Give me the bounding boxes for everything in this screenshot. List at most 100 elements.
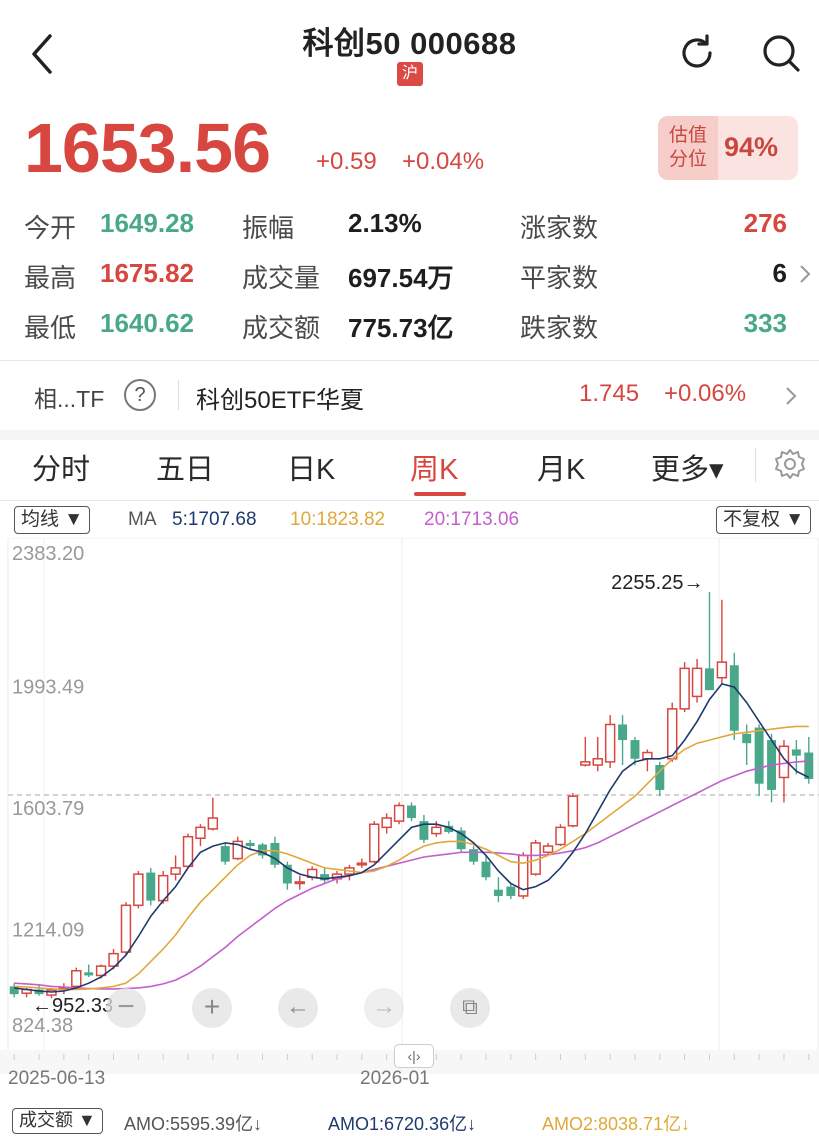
min-price-label: ←952.33 [32, 995, 113, 1017]
candle-body-up [195, 826, 206, 840]
candle-body-up [170, 867, 181, 875]
candle-body-up [207, 817, 219, 830]
candle-body-up [294, 881, 305, 885]
exchange-badge: 沪 [397, 62, 423, 86]
ma5-value: 5:1707.68 [172, 509, 257, 530]
ma10-value: 10:1823.82 [290, 509, 386, 530]
header-bar: 科创50 000688 沪 [0, 0, 819, 100]
valuation-value: 94% [724, 132, 779, 162]
candle-body-down [729, 665, 739, 731]
y-axis-label: 1993.49 [12, 677, 84, 699]
ma10-line [14, 725, 809, 991]
volume-header: 成交额 ▼ AMO:5595.39亿↓ AMO1:6720.36亿↓ AMO2:… [0, 1102, 819, 1134]
y-axis-label: 824.38 [12, 1015, 73, 1037]
candle-body-up [356, 862, 368, 866]
amo-value: AMO:5595.39亿↓ [124, 1114, 263, 1134]
candle-body-down [493, 889, 503, 896]
related-etf-prefix: 相...TF [34, 386, 105, 412]
tab-monthly-k[interactable]: 月K [537, 446, 585, 488]
candle-body-down [220, 846, 230, 862]
max-price-label: 2255.25→ [611, 572, 703, 594]
tab-five-day[interactable]: 五日 [156, 446, 214, 488]
stat-label: 最低 [24, 313, 77, 343]
etf-name: 科创50ETF华夏 [196, 387, 365, 414]
amo1-value: AMO1:6720.36亿↓ [328, 1114, 477, 1134]
ma-selector[interactable]: 均线 ▼ [14, 506, 91, 534]
y-axis-label: 1603.79 [12, 798, 84, 820]
help-icon[interactable]: ? [124, 379, 156, 411]
stats-grid: 今开 1649.28 振幅 2.13% 涨家数 276 最高 1675.82 成… [0, 200, 819, 350]
copy-icon[interactable]: ⧉ [450, 988, 490, 1028]
valuation-label-line2: 分位 [668, 149, 707, 170]
price-change: +0.59 [316, 148, 377, 175]
candle-body-down [704, 668, 714, 691]
candle-body-down [754, 727, 764, 784]
divider [0, 500, 819, 501]
candle-body-up [567, 795, 579, 827]
candle-body-up [716, 661, 728, 679]
candle-body-up [679, 667, 690, 710]
candle-body-down [84, 972, 94, 976]
stat-volume: 697.54万 [348, 263, 454, 293]
candle-body-down [506, 886, 516, 896]
y-axis-label: 1214.09 [12, 919, 84, 941]
stat-advancers: 276 [743, 208, 787, 238]
stat-decliners: 333 [743, 308, 787, 338]
stat-label: 平家数 [520, 263, 599, 293]
zoom-out-button[interactable]: − [106, 988, 146, 1028]
candle-body-down [469, 849, 479, 862]
candle-body-down [791, 749, 801, 756]
settings-gear-icon[interactable] [773, 447, 807, 481]
stat-label: 涨家数 [520, 213, 599, 243]
candle-body-up [592, 758, 603, 766]
current-price: 1653.56 [24, 109, 271, 187]
valuation-label: 估值 分位 [658, 116, 718, 180]
chevron-right-icon[interactable] [784, 384, 798, 408]
pan-right-button[interactable]: → [364, 988, 404, 1028]
candle-body-up [580, 761, 591, 766]
related-etf-row[interactable]: 相...TF ? 科创50ETF华夏 1.745 +0.06% [0, 362, 819, 428]
timeline-scroll-handle[interactable]: ‹|› [394, 1044, 434, 1068]
stat-label: 跌家数 [520, 313, 599, 343]
valuation-percentile[interactable]: 估值 分位 94% [658, 116, 798, 180]
chevron-right-icon[interactable] [798, 262, 812, 286]
candle-body-down [407, 805, 416, 819]
stat-label: 最高 [24, 263, 77, 293]
stat-low: 1640.62 [100, 308, 194, 338]
price-change-pct: +0.04% [402, 148, 485, 175]
candle-body-up [71, 970, 82, 988]
tab-more[interactable]: 更多▾ [651, 446, 724, 488]
stat-label: 成交额 [242, 313, 321, 343]
x-axis-label: 2025-06-13 [8, 1068, 105, 1089]
active-tab-indicator [414, 492, 466, 496]
ma20-value: 20:1713.06 [424, 509, 520, 530]
y-axis-label: 2383.20 [12, 543, 84, 565]
zoom-in-button[interactable]: + [192, 988, 232, 1028]
price-adjust-selector[interactable]: 不复权 ▼ [716, 506, 812, 534]
tab-intraday[interactable]: 分时 [32, 446, 90, 488]
candle-body-down [146, 872, 156, 901]
candle-body-down [245, 842, 255, 847]
candle-body-up [555, 826, 566, 846]
stat-label: 成交量 [242, 263, 321, 293]
candle-body-up [133, 873, 144, 907]
x-axis-label: 2026-01 [360, 1068, 430, 1089]
divider [178, 380, 179, 410]
tab-weekly-k[interactable]: 周K [410, 446, 458, 488]
pan-left-button[interactable]: ← [278, 988, 318, 1028]
candle-body-up [393, 804, 405, 822]
volume-selector[interactable]: 成交额 ▼ [12, 1108, 103, 1134]
refresh-icon[interactable] [676, 32, 718, 74]
candle-body-down [481, 861, 491, 878]
candle-body-up [369, 823, 380, 863]
search-icon[interactable] [760, 32, 802, 74]
divider [755, 448, 756, 482]
ma5-line [14, 682, 810, 993]
candle-body-up [642, 751, 653, 760]
tab-daily-k[interactable]: 日K [287, 446, 335, 488]
stat-label: 今开 [24, 213, 77, 243]
stat-unchanged: 6 [772, 258, 787, 288]
candle-body-up [381, 817, 392, 829]
candle-body-up [182, 835, 194, 868]
stat-label: 振幅 [242, 213, 295, 243]
